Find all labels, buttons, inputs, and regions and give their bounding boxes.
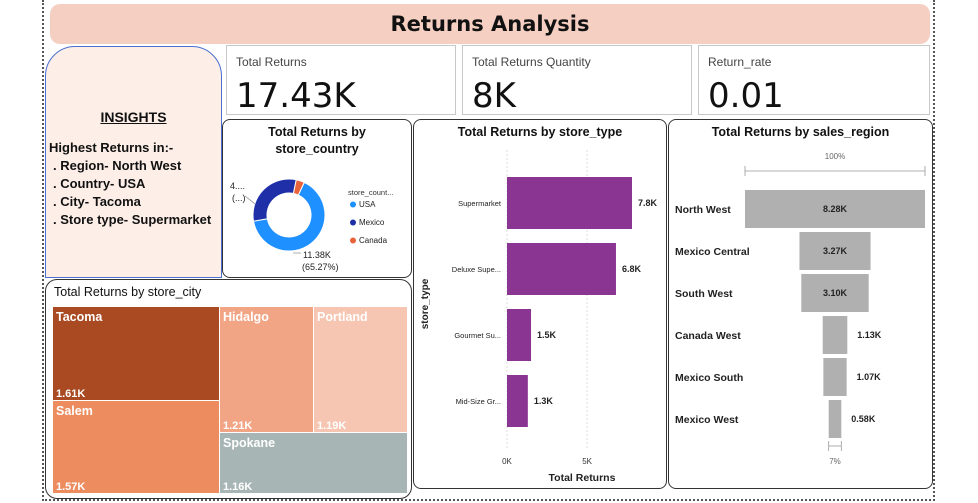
legend-usa-label: USA <box>359 200 376 209</box>
country-donut-chart[interactable]: 4.... (...) 11.38K (65.27%) store_count... US… <box>223 120 413 279</box>
page-title: Returns Analysis <box>390 12 590 36</box>
bar <box>507 375 528 427</box>
funnel-bar <box>828 400 842 438</box>
kpi-card-return-rate[interactable]: Return_rate 0.01 <box>698 45 930 116</box>
y-tick-label: Mid-Size Gr... <box>456 397 501 406</box>
x-tick-label: 0K <box>502 457 512 466</box>
funnel-top-percent: 100% <box>825 152 845 161</box>
insights-body: Highest Returns in:- . Region- North Wes… <box>49 139 211 229</box>
funnel-data-label: 0.58K <box>851 414 876 424</box>
store-type-bar-chart[interactable]: 0K 5K Supermarket 7.8K Deluxe Supe... 6.8K Gou… <box>414 120 668 490</box>
insights-title: INSIGHTS <box>100 109 167 125</box>
insights-line: . City- Tacoma <box>53 194 141 209</box>
x-tick-label: 5K <box>582 457 592 466</box>
donut-leader-line <box>244 195 256 205</box>
y-axis-title: store_type <box>420 278 431 329</box>
legend-canada-label: Canada <box>359 236 388 245</box>
funnel-category-label: Mexico South <box>675 372 743 384</box>
store-type-panel[interactable]: Total Returns by store_type 0K 5K Supermar… <box>413 119 667 489</box>
bar-data-label: 6.8K <box>622 264 642 274</box>
insights-line: . Region- North West <box>53 158 182 173</box>
bar <box>507 177 632 229</box>
donut-data-label: (...) <box>232 193 246 203</box>
treemap-label-salem: Salem <box>56 404 93 418</box>
legend-mexico-swatch <box>350 219 356 226</box>
x-axis-title: Total Returns <box>549 472 616 484</box>
treemap-label-portland: Portland <box>317 310 368 324</box>
bar-data-label: 1.5K <box>537 330 557 340</box>
funnel-data-label: 1.07K <box>857 372 882 382</box>
donut-data-label: (65.27%) <box>302 262 339 272</box>
funnel-data-label: 8.28K <box>823 204 848 214</box>
kpi-label: Total Returns <box>236 55 307 69</box>
treemap-label-tacoma: Tacoma <box>56 310 103 324</box>
bar <box>507 243 616 295</box>
sales-region-panel[interactable]: Total Returns by sales_region 100% North … <box>668 119 933 489</box>
legend-mexico-label: Mexico <box>359 218 385 227</box>
legend-usa-swatch <box>350 201 356 208</box>
funnel-bar <box>822 316 848 354</box>
kpi-label: Total Returns Quantity <box>472 55 591 69</box>
y-tick-label: Supermarket <box>458 199 502 208</box>
kpi-card-total-returns[interactable]: Total Returns 17.43K <box>226 45 456 116</box>
city-treemap-chart[interactable]: Tacoma 1.61K Salem 1.57K Hidalgo 1.21K Portlan… <box>46 280 413 500</box>
treemap-value-tacoma: 1.61K <box>56 388 85 400</box>
kpi-value: 0.01 <box>708 76 784 116</box>
legend-canada-swatch <box>350 237 356 244</box>
funnel-bottom-percent: 7% <box>829 457 841 466</box>
kpi-card-total-returns-quantity[interactable]: Total Returns Quantity 8K <box>462 45 692 116</box>
treemap-value-salem: 1.57K <box>56 481 85 493</box>
funnel-category-label: North West <box>675 204 731 216</box>
funnel-data-label: 3.27K <box>823 246 848 256</box>
kpi-label: Return_rate <box>708 55 772 69</box>
funnel-category-label: South West <box>675 288 733 300</box>
treemap-tile-hidalgo <box>220 307 313 432</box>
bar-data-label: 7.8K <box>638 198 658 208</box>
insights-heading: Highest Returns in:- <box>49 140 174 155</box>
treemap-tile-portland <box>314 307 407 432</box>
funnel-data-label: 3.10K <box>823 288 848 298</box>
y-tick-label: Gourmet Su... <box>454 331 501 340</box>
bar-data-label: 1.3K <box>534 396 554 406</box>
treemap-value-portland: 1.19K <box>317 420 346 432</box>
sales-region-funnel-chart[interactable]: 100% North West 8.28K Mexico Central 3.27K So… <box>669 120 934 490</box>
insights-line: . Country- USA <box>53 176 146 191</box>
treemap-label-spokane: Spokane <box>223 436 275 450</box>
donut-data-label: 11.38K <box>303 250 331 260</box>
country-donut-panel[interactable]: Total Returns by store_country 4.... (...… <box>222 119 412 278</box>
kpi-value: 17.43K <box>236 76 356 116</box>
funnel-data-label: 1.13K <box>857 330 882 340</box>
funnel-category-label: Mexico West <box>675 414 739 426</box>
y-tick-label: Deluxe Supe... <box>452 265 501 274</box>
insights-line: . Store type- Supermarket <box>53 212 212 227</box>
funnel-category-label: Canada West <box>675 330 741 342</box>
treemap-value-hidalgo: 1.21K <box>223 420 252 432</box>
funnel-bar <box>823 358 847 396</box>
donut-slice-mexico <box>252 178 297 222</box>
treemap-label-hidalgo: Hidalgo <box>223 310 269 324</box>
insights-panel: INSIGHTS Highest Returns in:- . Region- … <box>45 46 222 278</box>
treemap-value-spokane: 1.16K <box>223 481 252 493</box>
funnel-category-label: Mexico Central <box>675 246 750 258</box>
kpi-value: 8K <box>472 76 516 116</box>
city-treemap-panel[interactable]: Total Returns by store_city Tacoma 1.61K S… <box>45 279 412 499</box>
title-bar: Returns Analysis <box>50 4 930 44</box>
donut-legend-title: store_count... <box>348 188 393 197</box>
bar <box>507 309 532 361</box>
donut-data-label: 4.... <box>230 181 245 191</box>
